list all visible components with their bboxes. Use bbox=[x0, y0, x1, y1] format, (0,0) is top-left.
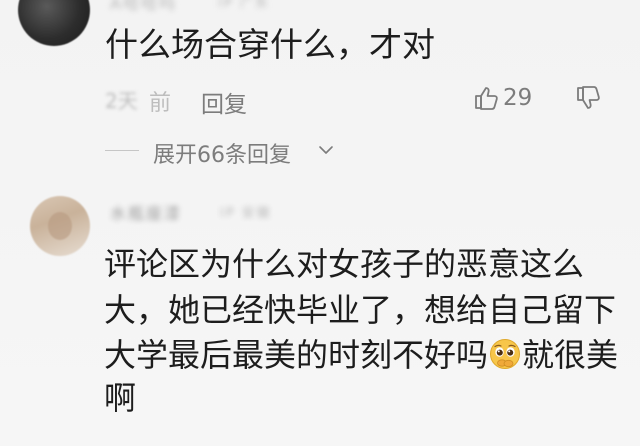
comment-actions: 2天 前 回复 29 bbox=[105, 85, 625, 118]
avatar[interactable] bbox=[18, 0, 90, 46]
avatar[interactable] bbox=[30, 196, 90, 256]
like-count: 29 bbox=[503, 85, 533, 111]
comment-text-line: 大学最后最美的时刻不好吗 就很美 bbox=[104, 338, 618, 371]
ip-badge: IP 安徽 bbox=[220, 206, 272, 221]
reply-button[interactable]: 回复 bbox=[201, 85, 247, 119]
comment-text-segment: 就很美 bbox=[522, 336, 619, 374]
comment-text-line: 啊 bbox=[104, 379, 137, 417]
ip-badge: IP 广东 bbox=[218, 0, 270, 11]
username[interactable]: 水瓶座漆 bbox=[110, 200, 182, 224]
divider-line bbox=[105, 150, 139, 151]
timestamp: 2天 bbox=[105, 89, 138, 113]
comment-text-line: 大，她已经快毕业了，想给自己留下 bbox=[104, 291, 617, 329]
chevron-down-icon[interactable] bbox=[317, 141, 335, 159]
username[interactable]: A哈哈吗 bbox=[110, 0, 177, 14]
comment-thread: A哈哈吗 IP 广东 什么场合穿什么，才对 2天 前 回复 29 展开66条回复 bbox=[0, 0, 640, 446]
thumbs-up-icon[interactable] bbox=[473, 85, 499, 111]
comment-item: 水瓶座漆 IP 安徽 评论区为什么对女孩子的恶意这么 大，她已经快毕业了，想给自… bbox=[0, 196, 640, 446]
comment-text-line: 评论区为什么对女孩子的恶意这么 bbox=[104, 245, 585, 283]
comment-item: A哈哈吗 IP 广东 什么场合穿什么，才对 2天 前 回复 29 展开66条回复 bbox=[0, 0, 640, 200]
pleading-face-emoji bbox=[490, 339, 521, 369]
thumbs-down-icon[interactable] bbox=[575, 85, 601, 111]
comment-text: 什么场合穿什么，才对 bbox=[105, 25, 435, 64]
timestamp-suffix: 前 bbox=[149, 91, 172, 116]
comment-text-segment: 大学最后最美的时刻不好吗 bbox=[104, 336, 489, 374]
expand-replies-label[interactable]: 展开66条回复 bbox=[153, 137, 291, 169]
